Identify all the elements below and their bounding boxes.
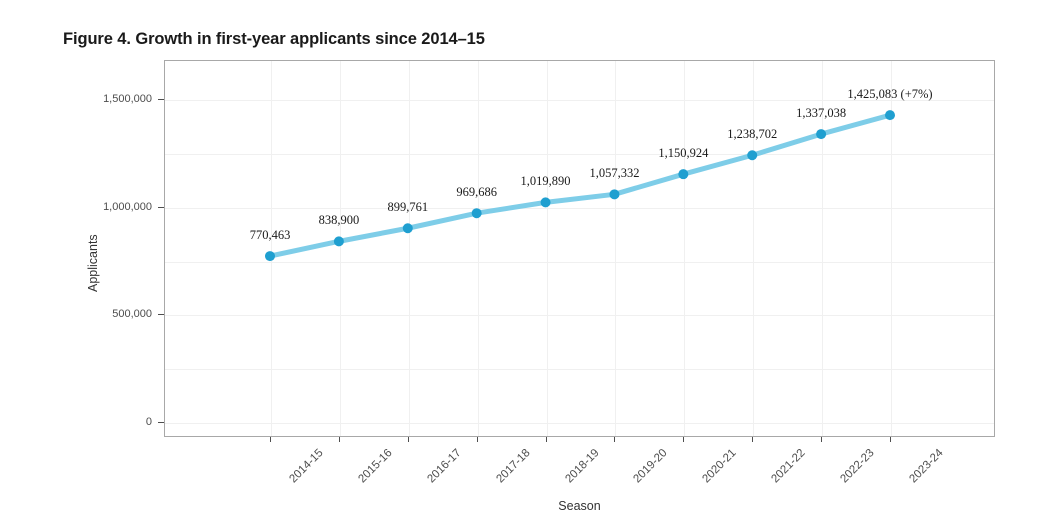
data-point-label: 899,761 [387,200,429,215]
x-gridline [339,61,341,436]
y-axis-tick-mark [158,99,164,100]
y-axis-tick-label: 1,500,000 [103,93,152,105]
data-point-label: 969,686 [456,185,497,200]
data-point-label: 1,150,924 [658,146,709,161]
data-point-label: 1,337,038 [796,106,847,121]
x-axis-tick-mark [821,437,823,442]
x-axis-tick-label: 2018-19 [562,447,602,486]
y-gridline [165,423,994,424]
x-axis-tick-mark [476,437,478,442]
x-axis-tick-mark [270,437,271,442]
x-axis-tick-mark [752,437,754,442]
x-axis-tick-label: 2015-16 [356,447,395,486]
x-axis-tick-label: 2023-24 [907,447,946,486]
x-axis-tick-mark [545,437,547,442]
x-gridline [615,61,617,436]
y-gridline [165,153,994,155]
x-gridline [408,61,410,436]
y-axis-tick-label: 1,000,000 [103,200,152,213]
x-axis-tick-label: 2020-21 [700,447,740,486]
y-gridline [165,369,994,371]
x-axis-tick-mark [683,437,685,442]
y-axis-tick-mark [158,422,164,423]
x-gridline [477,61,479,436]
x-axis-tick-label: 2019-20 [631,447,671,486]
y-gridline [165,261,994,263]
y-axis-tick-label: 500,000 [112,308,152,321]
x-axis-tick-label: 2021-22 [769,447,808,486]
plot-area [164,60,995,437]
x-axis-tick-label: 2017-18 [494,447,533,486]
y-axis-tick-mark [158,314,164,316]
y-axis-tick-label: 0 [145,416,152,428]
x-axis-tick-mark [407,437,409,442]
x-axis-tick-mark [614,437,616,442]
x-axis-tick-mark [890,437,891,442]
x-gridline [753,61,755,436]
x-axis-title: Season [558,499,601,513]
data-point-label: 1,057,332 [589,166,640,181]
x-gridline [271,61,272,436]
y-axis-tick-mark [158,206,164,208]
x-gridline [684,61,686,436]
data-point-label: 1,019,890 [520,174,571,189]
x-axis-tick-label: 2016-17 [425,447,464,486]
x-axis-tick-label: 2022-23 [838,447,877,486]
x-axis-tick-mark [338,437,340,442]
x-gridline [891,61,892,436]
data-point-label: 1,238,702 [727,127,778,142]
y-gridline [165,207,994,209]
data-point-label: 838,900 [318,213,360,228]
x-axis-tick-label: 2014-15 [287,447,326,486]
y-gridline [165,315,994,317]
line-chart: 0 500,000 1,000,000 1,500,000 2014-15 2015-16… [0,0,1050,531]
data-point-label: 770,463 [249,228,291,243]
data-point-label: 1,425,083 (+7%) [847,87,933,102]
x-gridline [546,61,548,436]
y-axis-title: Applicants [86,234,100,292]
